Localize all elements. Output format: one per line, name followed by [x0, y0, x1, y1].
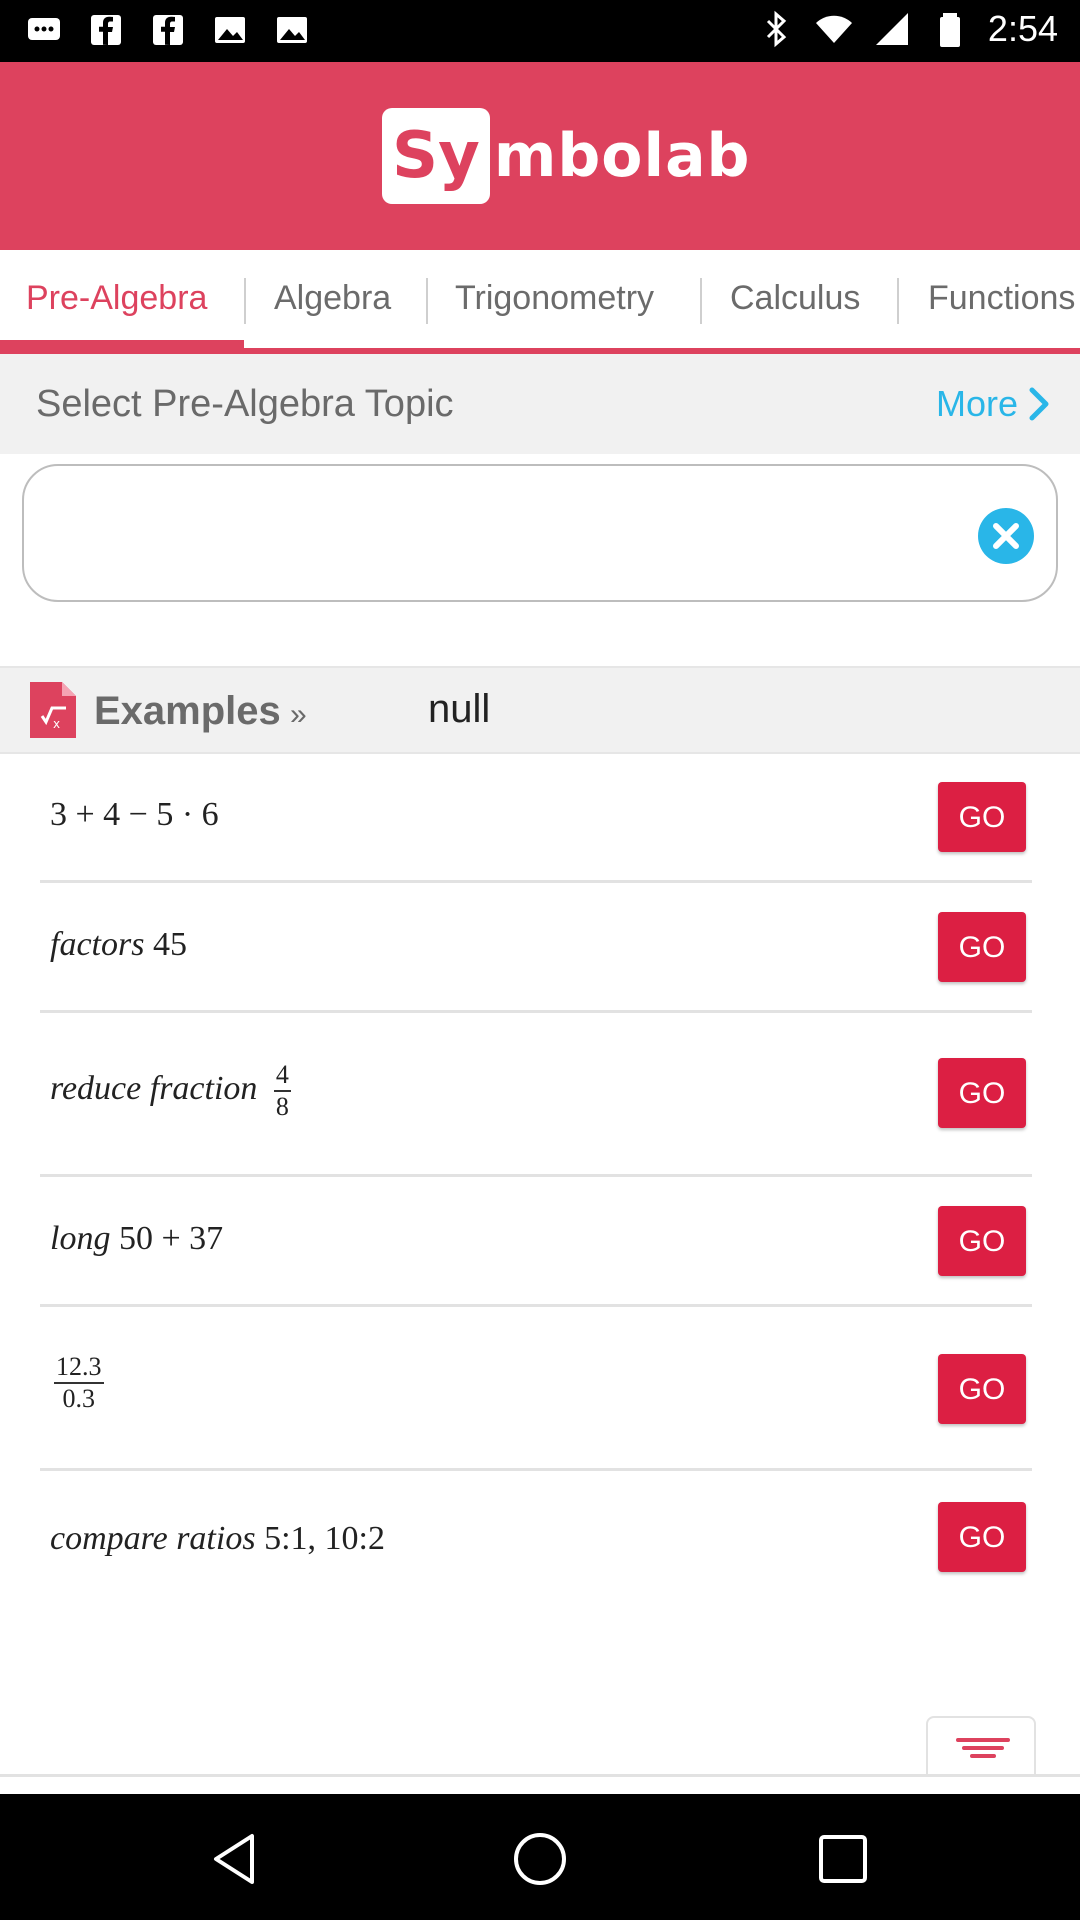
examples-arrow: » — [290, 698, 307, 731]
recents-icon[interactable] — [808, 1824, 878, 1894]
expr-italic: factors — [50, 926, 145, 963]
example-expression: factors 45 — [50, 926, 187, 964]
topic-bar: Select Pre-Algebra Topic More — [0, 354, 1080, 454]
expr-text: 5:1, 10:2 — [255, 1520, 385, 1557]
subject-tabs: Pre-Algebra Algebra Trigonometry Calculu… — [0, 250, 1080, 354]
examples-label: Examples — [94, 689, 281, 733]
close-circle-icon[interactable] — [978, 508, 1034, 564]
bottom-divider — [0, 1774, 1080, 1777]
fraction-numerator: 4 — [273, 1060, 291, 1092]
back-icon[interactable] — [202, 1824, 272, 1894]
navigation-bar — [0, 1794, 1080, 1920]
go-button[interactable]: GO — [938, 1206, 1026, 1276]
notification-icons — [24, 10, 312, 50]
more-label: More — [935, 383, 1018, 424]
svg-text:x: x — [53, 717, 60, 731]
tab-trigonometry[interactable]: Trigonometry — [455, 250, 654, 348]
fraction: 48 — [273, 1060, 291, 1122]
clock: 2:54 — [987, 8, 1058, 49]
facebook-icon — [153, 15, 183, 45]
tab-separator — [426, 278, 428, 324]
logo-rest-text: mbolab — [493, 121, 751, 191]
keypad-toggle-button[interactable] — [926, 1716, 1036, 1774]
example-row[interactable]: compare ratios 5:1, 10:2 GO — [0, 1472, 1080, 1600]
example-row[interactable]: 3 + 4 − 5 · 6 GO — [0, 754, 1080, 882]
tab-algebra[interactable]: Algebra — [274, 250, 391, 348]
system-icons: 2:54 — [756, 8, 1058, 50]
math-document-icon: x — [30, 682, 76, 738]
expr-italic: reduce fraction — [50, 1069, 258, 1107]
expr-text: 50 + 37 — [110, 1220, 224, 1257]
app-header: Sy mbolab — [0, 62, 1080, 250]
expr-italic: compare ratios — [50, 1520, 256, 1557]
go-button[interactable]: GO — [938, 782, 1026, 852]
filter-lines-icon — [956, 1738, 1010, 1758]
example-row[interactable]: reduce fraction 48 GO — [0, 1014, 1080, 1174]
go-button[interactable]: GO — [938, 1058, 1026, 1128]
tab-functions[interactable]: Functions — [928, 250, 1075, 348]
fraction-numerator: 12.3 — [54, 1352, 104, 1384]
example-expression: 12.3 0.3 — [46, 1352, 104, 1414]
example-expression: 3 + 4 − 5 · 6 — [50, 796, 219, 834]
tab-calculus[interactable]: Calculus — [730, 250, 860, 348]
examples-bar[interactable]: x Examples » null — [0, 666, 1080, 754]
go-button[interactable]: GO — [938, 1502, 1026, 1572]
example-row[interactable]: long 50 + 37 GO — [0, 1178, 1080, 1306]
tab-separator — [700, 278, 702, 324]
row-divider — [40, 1468, 1032, 1471]
fraction-denominator: 8 — [275, 1092, 289, 1121]
examples-value: null — [428, 687, 491, 731]
signal-icon — [875, 13, 908, 45]
chevron-right-icon — [1029, 387, 1049, 421]
tab-pre-algebra[interactable]: Pre-Algebra — [26, 250, 207, 348]
battery-icon — [939, 13, 960, 47]
status-bar: 2:54 — [0, 0, 1080, 62]
logo-box-text: Sy — [382, 108, 490, 204]
math-input-field[interactable] — [22, 464, 1058, 602]
row-divider — [40, 880, 1032, 883]
tab-separator — [244, 278, 246, 324]
expr-text: 45 — [144, 926, 187, 963]
go-button[interactable]: GO — [938, 1354, 1026, 1424]
example-row[interactable]: 12.3 0.3 GO — [0, 1308, 1080, 1468]
go-button[interactable]: GO — [938, 912, 1026, 982]
tab-separator — [897, 278, 899, 324]
example-expression: long 50 + 37 — [50, 1220, 223, 1258]
fraction-denominator: 0.3 — [62, 1384, 96, 1413]
expr-italic: long — [50, 1220, 111, 1257]
image-icon — [215, 17, 245, 43]
symbolab-logo: Sy mbolab — [382, 108, 751, 204]
row-divider — [40, 1174, 1032, 1177]
row-divider — [40, 1010, 1032, 1013]
image-icon — [277, 17, 307, 43]
example-expression: reduce fraction 48 — [50, 1060, 291, 1122]
example-row[interactable]: factors 45 GO — [0, 884, 1080, 1012]
expr-text: 3 + 4 − 5 · 6 — [50, 796, 219, 833]
row-divider — [40, 1304, 1032, 1307]
wifi-icon — [815, 15, 852, 43]
fraction: 12.3 0.3 — [54, 1352, 104, 1414]
active-tab-indicator — [0, 340, 244, 348]
facebook-icon — [91, 15, 121, 45]
example-expression: compare ratios 5:1, 10:2 — [50, 1520, 385, 1558]
chat-icon — [28, 18, 60, 40]
bluetooth-icon — [766, 10, 787, 48]
topic-title: Select Pre-Algebra Topic — [36, 383, 454, 425]
more-link[interactable]: More — [936, 354, 1050, 454]
home-icon[interactable] — [505, 1824, 575, 1894]
